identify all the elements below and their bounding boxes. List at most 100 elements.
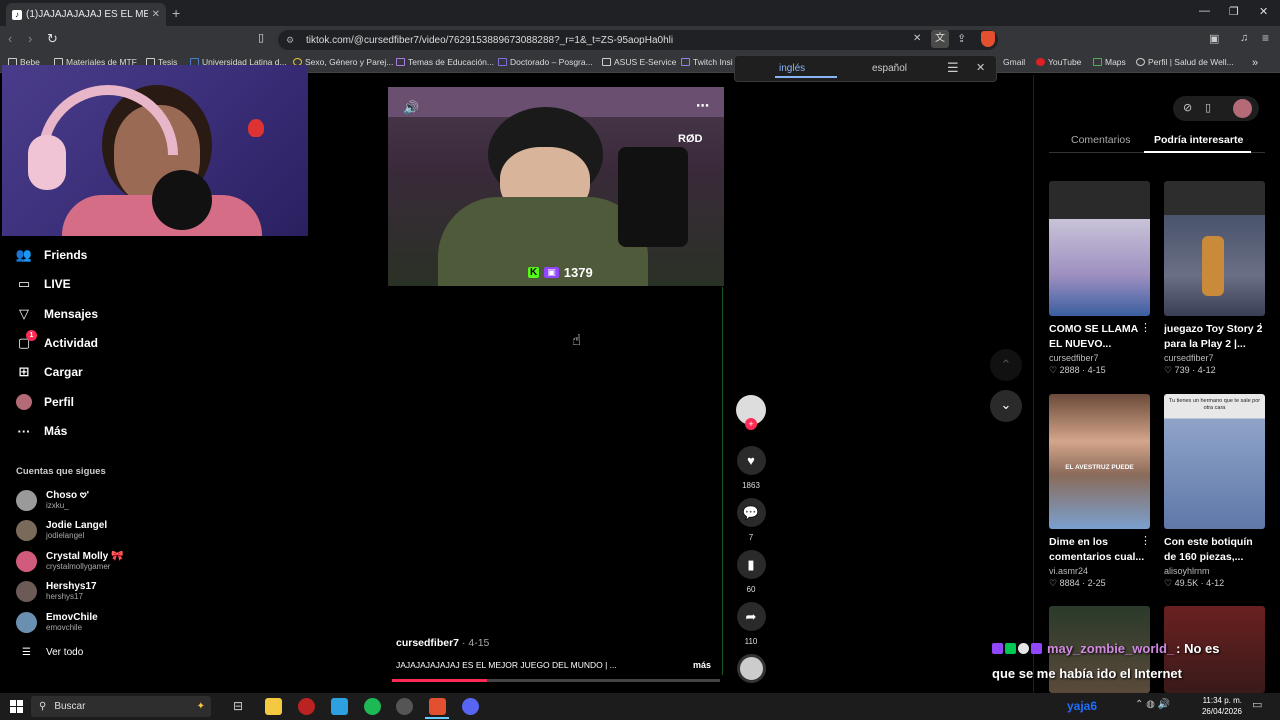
following-item[interactable]: Jodie Langel jodielangel	[16, 520, 107, 541]
clock[interactable]: 11:34 p. m. 26/04/2026	[1200, 695, 1242, 717]
task-view-icon[interactable]: ⊟	[233, 699, 243, 713]
app-icon[interactable]	[298, 698, 315, 715]
save-button[interactable]: ▮ 60	[736, 550, 766, 594]
recommended-video-card[interactable]: juegazo Toy Story 2 para la Play 2 |... …	[1164, 181, 1265, 376]
card-options-icon[interactable]: ⋮	[1140, 534, 1151, 547]
bookmark-icon[interactable]: ▯	[258, 31, 264, 44]
file-explorer-icon[interactable]	[265, 698, 282, 715]
following-item[interactable]: EmovChile emovchile	[16, 612, 98, 633]
previous-video-button[interactable]: ⌃	[990, 349, 1022, 381]
video-author[interactable]: cursedfiber7	[396, 637, 459, 649]
close-tab-icon[interactable]: ✕	[152, 9, 160, 20]
recommended-video-card[interactable]: COMO SE LLAMA EL NUEVO... cursedfiber7 ♡…	[1049, 181, 1150, 376]
following-item[interactable]: Choso 𖹭' izxku_	[16, 490, 89, 511]
following-item[interactable]: Crystal Molly 🎀 crystalmollygamer	[16, 551, 123, 572]
address-bar[interactable]: ⚙ tiktok.com/@cursedfiber7/video/7629153…	[278, 30, 998, 50]
site-settings-icon[interactable]: ⚙	[286, 35, 294, 46]
maximize-icon[interactable]: ❐	[1229, 5, 1239, 18]
like-button[interactable]: ♥ 1863	[736, 446, 766, 490]
share-button[interactable]: ➦ 110	[736, 602, 766, 646]
obs-icon[interactable]	[396, 698, 413, 715]
sidebar-item-profile[interactable]: Perfil	[16, 391, 74, 413]
discord-icon[interactable]	[462, 698, 479, 715]
card-stats: ♡ 8884 · 2-25	[1049, 578, 1106, 588]
bookmark-item[interactable]: Maps	[1093, 57, 1126, 67]
share-icon[interactable]: ⇪	[957, 32, 966, 45]
author-avatar-button[interactable]: +	[736, 395, 766, 430]
profile-avatar	[16, 394, 32, 410]
tab-recommended[interactable]: Podría interesarte	[1154, 134, 1243, 146]
spotify-icon[interactable]	[364, 698, 381, 715]
webcam-microphone	[152, 170, 212, 230]
bookmark-item[interactable]: Gmail	[1003, 57, 1025, 67]
bookmark-item[interactable]: ASUS E-Service	[602, 57, 676, 67]
music-disc-icon	[736, 654, 766, 683]
more-options-icon[interactable]: ⋯	[696, 98, 709, 114]
back-icon[interactable]: ‹	[8, 31, 12, 46]
follow-plus-icon[interactable]: +	[745, 418, 757, 430]
translate-icon[interactable]: 文	[931, 30, 949, 48]
close-window-icon[interactable]: ✕	[1259, 5, 1268, 18]
bookmark-item[interactable]: Twitch Insi	[681, 57, 733, 67]
sidebar-item-more[interactable]: ··· Más	[16, 420, 68, 442]
media-icon[interactable]: ♫	[1240, 32, 1248, 44]
forward-icon[interactable]: ›	[28, 31, 32, 46]
recommended-video-card[interactable]: EL AVESTRUZ PUEDE Dime en los comentario…	[1049, 394, 1150, 589]
translate-target-language[interactable]: español	[872, 63, 907, 74]
live-icon: ▭	[17, 276, 31, 291]
sound-disc-button[interactable]	[736, 654, 766, 683]
translate-source-language[interactable]: inglés	[779, 63, 805, 74]
tiktok-icon: ♪	[12, 9, 22, 20]
volume-icon[interactable]: 🔊	[403, 100, 419, 116]
app-icon[interactable]	[331, 698, 348, 715]
new-tab-button[interactable]: +	[172, 5, 180, 21]
browser-tab[interactable]: ♪ (1)JAJAJAJAJAJ ES EL MEJ ✕	[6, 3, 166, 26]
comment-button[interactable]: 💬 7	[736, 498, 766, 542]
taskbar-search[interactable]: ⚲ Buscar ✦	[31, 696, 211, 717]
see-all-following[interactable]: ☰ Ver todo	[16, 647, 83, 658]
notifications-icon[interactable]: ▭	[1252, 698, 1262, 711]
clock-date: 26/04/2026	[1201, 707, 1242, 716]
site-icon	[498, 58, 507, 66]
more-bookmarks-icon[interactable]: »	[1252, 57, 1258, 69]
no-sign-icon[interactable]: ⊘	[1183, 101, 1192, 114]
user-avatar[interactable]	[1233, 99, 1252, 118]
tab-comments[interactable]: Comentarios	[1071, 134, 1131, 146]
caption-more-button[interactable]: más	[693, 660, 711, 670]
bookmark-item[interactable]: Doctorado – Posgra...	[498, 57, 593, 67]
following-item[interactable]: Hershys17 hershys17	[16, 581, 97, 602]
sidebar-item-friends[interactable]: 👥 Friends	[16, 244, 87, 266]
recommended-video-card[interactable]: Tu tienes un hermano que te sale por otr…	[1164, 394, 1265, 589]
sidebar-item-live[interactable]: ▭ LIVE	[16, 273, 71, 295]
system-tray[interactable]: ⌃ ◍ 🔊	[1135, 699, 1170, 710]
start-button[interactable]	[10, 700, 23, 713]
url-text: tiktok.com/@cursedfiber7/video/762915388…	[306, 34, 674, 46]
sidebar-item-messages[interactable]: ▽ Mensajes	[16, 303, 98, 325]
reload-icon[interactable]: ↻	[47, 31, 58, 47]
video-progress-track[interactable]	[392, 679, 720, 682]
sidebar-toggle-icon[interactable]: ▣	[1209, 32, 1219, 45]
device-icon[interactable]: ▯	[1205, 101, 1211, 114]
bookmark-item[interactable]: YouTube	[1036, 57, 1081, 67]
bookmark-item[interactable]: Perfil | Salud de Well...	[1136, 57, 1234, 67]
browser-tab-bar	[0, 0, 1280, 26]
menu-icon[interactable]: ≡	[1262, 31, 1269, 45]
card-options-icon[interactable]: ⋮	[1140, 321, 1151, 334]
sidebar-item-activity[interactable]: ▢ 1 Actividad	[16, 330, 98, 354]
brave-icon[interactable]	[429, 698, 446, 715]
minimize-icon[interactable]: —	[1199, 5, 1210, 17]
site-icon	[681, 58, 690, 66]
card-options-icon[interactable]: ⋮	[1255, 321, 1266, 334]
heart-icon: ♡	[1164, 365, 1173, 375]
mushroom-decoration	[248, 119, 264, 137]
top-right-actions: ⊘ ▯	[1173, 96, 1259, 121]
sidebar-item-upload[interactable]: ⊞ Cargar	[16, 361, 83, 383]
translate-options-icon[interactable]: ☰	[947, 60, 959, 76]
bookmark-item[interactable]: Sexo, Género y Parej...	[293, 57, 393, 67]
bookmark-item[interactable]: Temas de Educación...	[396, 57, 494, 67]
translate-close-icon[interactable]: ✕	[976, 61, 985, 74]
next-video-button[interactable]: ⌄	[990, 390, 1022, 422]
brave-shield-icon[interactable]	[981, 31, 995, 47]
chat-message: : No es	[1176, 641, 1220, 656]
mute-tab-icon[interactable]: ✕	[913, 33, 921, 44]
